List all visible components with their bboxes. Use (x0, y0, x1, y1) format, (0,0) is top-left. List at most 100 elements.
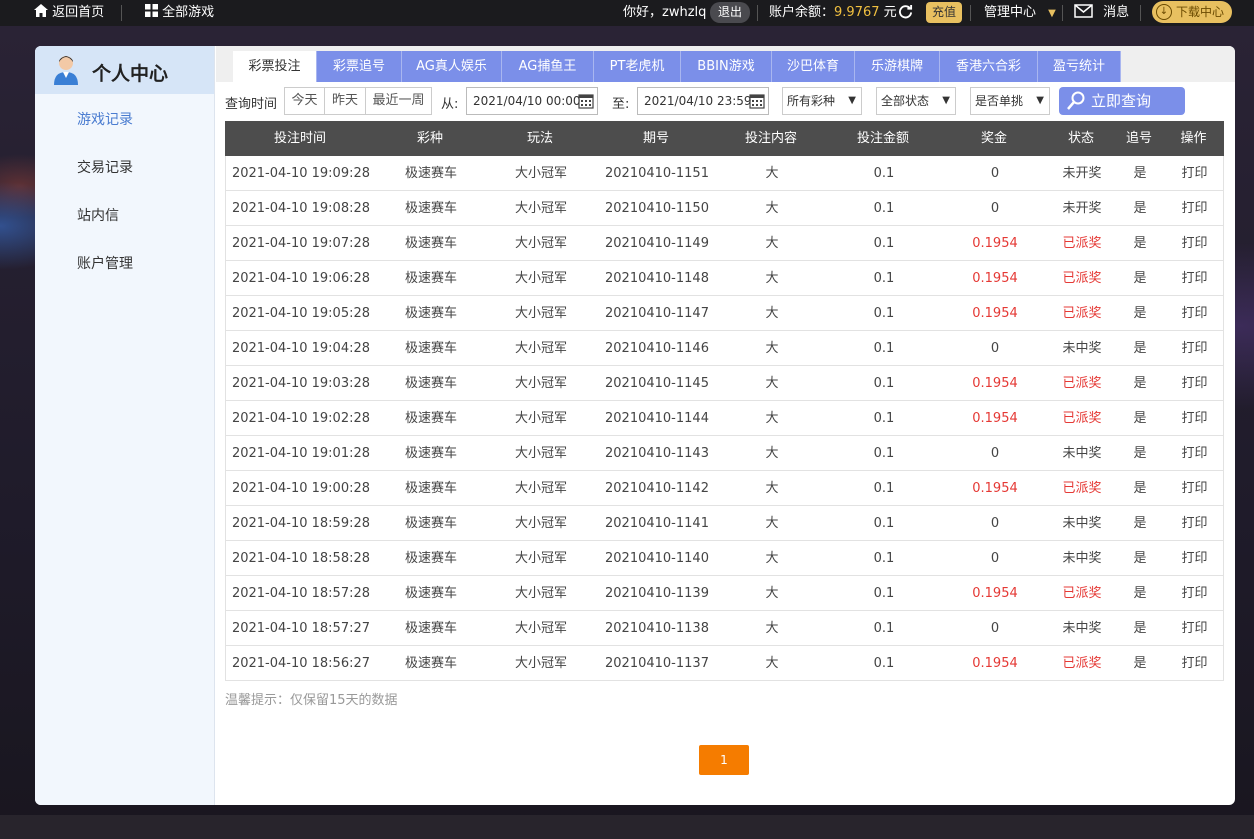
cell-status: 已派奖 (1062, 586, 1102, 601)
cell-status: 已派奖 (1062, 236, 1102, 251)
date-to-input[interactable]: 2021/04/10 23:59 (637, 87, 769, 115)
sidebar-item-inbox[interactable]: 站内信 (77, 205, 119, 225)
tab-leyou-chess[interactable]: 乐游棋牌 (855, 51, 940, 82)
yesterday-button[interactable]: 昨天 (324, 87, 366, 115)
cell-bet-amount: 0.1 (873, 306, 895, 321)
tab-saba-sports[interactable]: 沙巴体育 (772, 51, 855, 82)
sidebar-item-transactions[interactable]: 交易记录 (77, 157, 133, 177)
manage-center-menu[interactable]: 管理中心 ▼ (984, 0, 1056, 26)
cell-prize: 0.1954 (972, 271, 1018, 286)
date-from-input[interactable]: 2021/04/10 00:00 (466, 87, 598, 115)
cell-bet-content: 大 (765, 481, 779, 496)
cell-status: 已派奖 (1062, 411, 1102, 426)
cell-action-print-link[interactable]: 打印 (1164, 401, 1225, 436)
cell-action-print-link[interactable]: 打印 (1164, 541, 1225, 576)
all-games-link[interactable]: 全部游戏 (145, 0, 214, 26)
cell-lottery-type: 极速赛车 (404, 481, 457, 496)
calendar-icon[interactable] (749, 93, 765, 109)
logout-button[interactable]: 退出 (710, 2, 751, 23)
tab-profit-stats[interactable]: 盈亏统计 (1038, 51, 1121, 82)
cell-action-print-link[interactable]: 打印 (1164, 156, 1225, 191)
tab-bar: 彩票投注 彩票追号 AG真人娱乐 AG捕鱼王 PT老虎机 BBIN游戏 沙巴体育… (216, 46, 1235, 82)
search-icon (1067, 91, 1085, 110)
cell-action-print-link[interactable]: 打印 (1164, 506, 1225, 541)
cell-play-type: 大小冠军 (514, 446, 567, 461)
cell-action-print-link[interactable]: 打印 (1164, 576, 1225, 611)
cell-action-print-link[interactable]: 打印 (1164, 331, 1225, 366)
balance-value: 9.9767 (834, 5, 880, 20)
refresh-button[interactable] (898, 0, 913, 26)
cell-bet-amount: 0.1 (873, 166, 895, 181)
cell-action-print-link[interactable]: 打印 (1164, 646, 1225, 681)
cell-issue-number: 20210410-1138 (605, 621, 709, 636)
tab-bbin[interactable]: BBIN游戏 (681, 51, 772, 82)
cell-chase: 是 (1133, 586, 1147, 601)
caret-down-icon: ▼ (1036, 95, 1044, 106)
tab-ag-fishing[interactable]: AG捕鱼王 (502, 51, 594, 82)
cell-lottery-type: 极速赛车 (404, 411, 457, 426)
today-button[interactable]: 今天 (284, 87, 325, 115)
single-bet-select[interactable]: 是否单挑 ▼ (970, 87, 1050, 115)
cell-lottery-type: 极速赛车 (404, 621, 457, 636)
home-link[interactable]: 返回首页 (34, 0, 104, 26)
cell-action-print-link[interactable]: 打印 (1164, 296, 1225, 331)
cell-bet-content: 大 (765, 656, 779, 671)
cell-bet-time: 2021-04-10 18:56:27 (231, 656, 371, 671)
cell-play-type: 大小冠军 (514, 516, 567, 531)
cell-action-print-link[interactable]: 打印 (1164, 191, 1225, 226)
caret-down-icon: ▼ (1048, 8, 1056, 19)
cell-play-type: 大小冠军 (514, 341, 567, 356)
download-label: 下载中心 (1176, 5, 1225, 19)
cell-chase: 是 (1133, 516, 1147, 531)
cell-action-print-link[interactable]: 打印 (1164, 366, 1225, 401)
cell-bet-content: 大 (765, 376, 779, 391)
column-header-bet-content: 投注内容 (744, 131, 797, 146)
cell-action-print-link[interactable]: 打印 (1164, 226, 1225, 261)
recent-week-button[interactable]: 最近一周 (365, 87, 432, 115)
cell-issue-number: 20210410-1145 (605, 376, 709, 391)
caret-down-icon: ▼ (942, 95, 950, 106)
column-header-play-type: 玩法 (526, 131, 553, 146)
cell-chase: 是 (1133, 201, 1147, 216)
cell-prize: 0.1954 (972, 306, 1018, 321)
cell-bet-content: 大 (765, 271, 779, 286)
cell-action-print-link[interactable]: 打印 (1164, 471, 1225, 506)
table-row: 2021-04-10 19:05:28 极速赛车 大小冠军 20210410-1147… (225, 296, 1224, 331)
messages-link[interactable]: 消息 (1074, 0, 1129, 26)
table-row: 2021-04-10 18:57:27 极速赛车 大小冠军 20210410-1138… (225, 611, 1224, 646)
cell-bet-amount: 0.1 (873, 201, 895, 216)
cell-lottery-type: 极速赛车 (404, 201, 457, 216)
cell-action-print-link[interactable]: 打印 (1164, 611, 1225, 646)
date-from-value: 2021/04/10 00:00 (473, 94, 581, 108)
tab-hk-mark-six[interactable]: 香港六合彩 (940, 51, 1038, 82)
download-center-button[interactable]: ↓ 下载中心 (1152, 1, 1233, 23)
table-row: 2021-04-10 18:58:28 极速赛车 大小冠军 20210410-1140… (225, 541, 1224, 576)
single-bet-value: 是否单挑 (975, 94, 1024, 108)
cell-action-print-link[interactable]: 打印 (1164, 436, 1225, 471)
cell-play-type: 大小冠军 (514, 586, 567, 601)
balance: 账户余额：9.9767 元 (769, 0, 897, 26)
cell-action-print-link[interactable]: 打印 (1164, 261, 1225, 296)
tab-lottery-chase[interactable]: 彩票追号 (317, 51, 402, 82)
query-button[interactable]: 立即查询 (1059, 87, 1185, 115)
tab-ag-live[interactable]: AG真人娱乐 (402, 51, 502, 82)
lottery-type-select[interactable]: 所有彩种 ▼ (782, 87, 862, 115)
calendar-icon[interactable] (578, 93, 594, 109)
status-select[interactable]: 全部状态 ▼ (876, 87, 956, 115)
all-games-label: 全部游戏 (162, 5, 215, 20)
cell-bet-time: 2021-04-10 19:06:28 (231, 271, 371, 286)
cell-prize: 0 (990, 446, 1000, 461)
cell-bet-amount: 0.1 (873, 481, 895, 496)
sidebar-item-account[interactable]: 账户管理 (77, 253, 133, 273)
cell-play-type: 大小冠军 (514, 271, 567, 286)
page-button-1[interactable]: 1 (699, 745, 749, 775)
cell-prize: 0 (990, 201, 1000, 216)
cell-issue-number: 20210410-1148 (605, 271, 709, 286)
tab-lottery-bets[interactable]: 彩票投注 (233, 51, 317, 82)
recharge-button[interactable]: 充值 (926, 2, 963, 23)
cell-bet-time: 2021-04-10 19:08:28 (231, 201, 371, 216)
tab-pt-slots[interactable]: PT老虎机 (594, 51, 681, 82)
cell-bet-amount: 0.1 (873, 656, 895, 671)
sidebar-item-game-records[interactable]: 游戏记录 (77, 109, 133, 129)
table-row: 2021-04-10 19:04:28 极速赛车 大小冠军 20210410-1146… (225, 331, 1224, 366)
